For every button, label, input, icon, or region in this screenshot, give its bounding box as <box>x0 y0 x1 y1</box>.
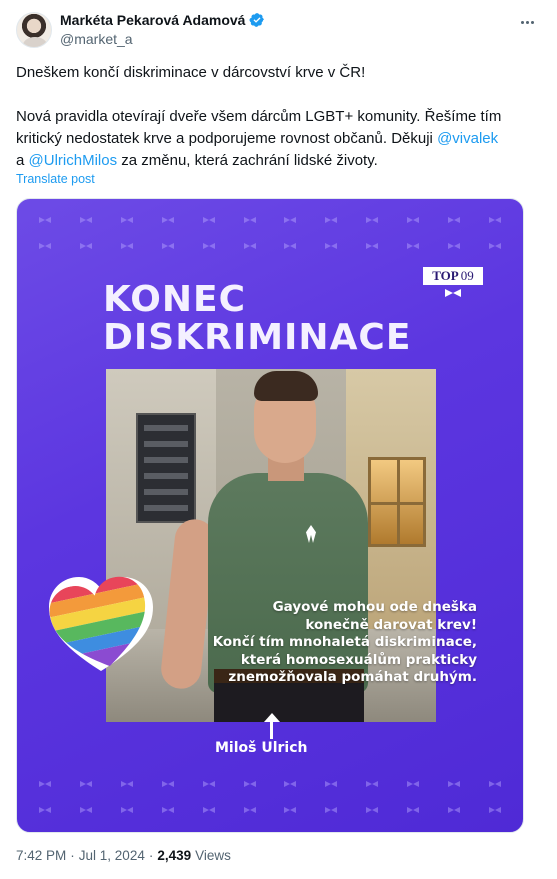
caption-line: Gayové mohou ode dneška <box>272 599 477 615</box>
post-text-segment: za změnu, která zachrání lidské životy. <box>117 152 378 169</box>
handle[interactable]: @market_a <box>60 31 133 47</box>
image-headline: KONEC DISKRIMINACE <box>103 281 411 357</box>
more-options-icon[interactable] <box>517 12 537 32</box>
post-line-1: Dneškem končí diskriminace v dárcovství … <box>16 64 366 81</box>
mention-vivalek[interactable]: @vivalek <box>437 130 498 147</box>
separator: · <box>70 848 75 863</box>
verified-badge-icon <box>249 13 265 27</box>
post-image[interactable]: KONEC DISKRIMINACE TOP 09 Gayové mohou o… <box>16 198 524 833</box>
image-caption: Gayové mohou ode dneška konečně darovat … <box>197 599 477 687</box>
post-metadata: 7:42 PM · Jul 1, 2024 · 2,439 Views <box>16 848 231 863</box>
rainbow-heart-icon <box>47 575 155 673</box>
caption-line: Končí tím mnohaletá diskriminace, <box>212 634 477 650</box>
author-name-row: Markéta Pekarová Adamová <box>60 12 265 28</box>
caption-line: konečně darovat krev! <box>305 616 477 633</box>
avatar[interactable] <box>16 12 52 48</box>
translate-post-link[interactable]: Translate post <box>16 172 95 186</box>
display-name[interactable]: Markéta Pekarová Adamová <box>60 12 245 28</box>
logo-number: 09 <box>460 268 474 283</box>
views-count[interactable]: 2,439 <box>157 848 191 863</box>
bow-pattern-3 <box>17 781 523 787</box>
bowtie-icon <box>445 289 461 297</box>
views-label: Views <box>195 848 231 863</box>
bow-pattern-2 <box>17 243 523 249</box>
post-text-segment: a <box>16 152 29 169</box>
caption-line: která homosexuálům prakticky <box>240 651 477 668</box>
post-date[interactable]: Jul 1, 2024 <box>79 848 145 863</box>
mention-ulrichmilos[interactable]: @UlrichMilos <box>29 152 118 169</box>
bow-pattern-bottom <box>17 807 523 813</box>
post-paragraph-2: Nová pravidla otevírají dveře všem dárců… <box>16 106 536 172</box>
separator: · <box>148 848 154 863</box>
post-text: Dneškem končí diskriminace v dárcovství … <box>16 62 536 172</box>
post-text-segment: Nová pravidla otevírají dveře všem dárců… <box>16 108 502 147</box>
bow-pattern-top <box>17 217 523 223</box>
person-label: Miloš Ulrich <box>215 740 308 756</box>
tweet: Markéta Pekarová Adamová @market_a Dnešk… <box>0 0 557 879</box>
logo-word: TOP <box>432 268 459 283</box>
top09-logo: TOP 09 <box>423 267 483 297</box>
up-arrow-icon <box>264 713 280 739</box>
headline-line-1: KONEC <box>103 279 247 320</box>
post-time[interactable]: 7:42 PM <box>16 848 66 863</box>
caption-line: znemožňovala pomáhat druhým. <box>228 669 477 685</box>
headline-line-2: DISKRIMINACE <box>103 317 412 358</box>
